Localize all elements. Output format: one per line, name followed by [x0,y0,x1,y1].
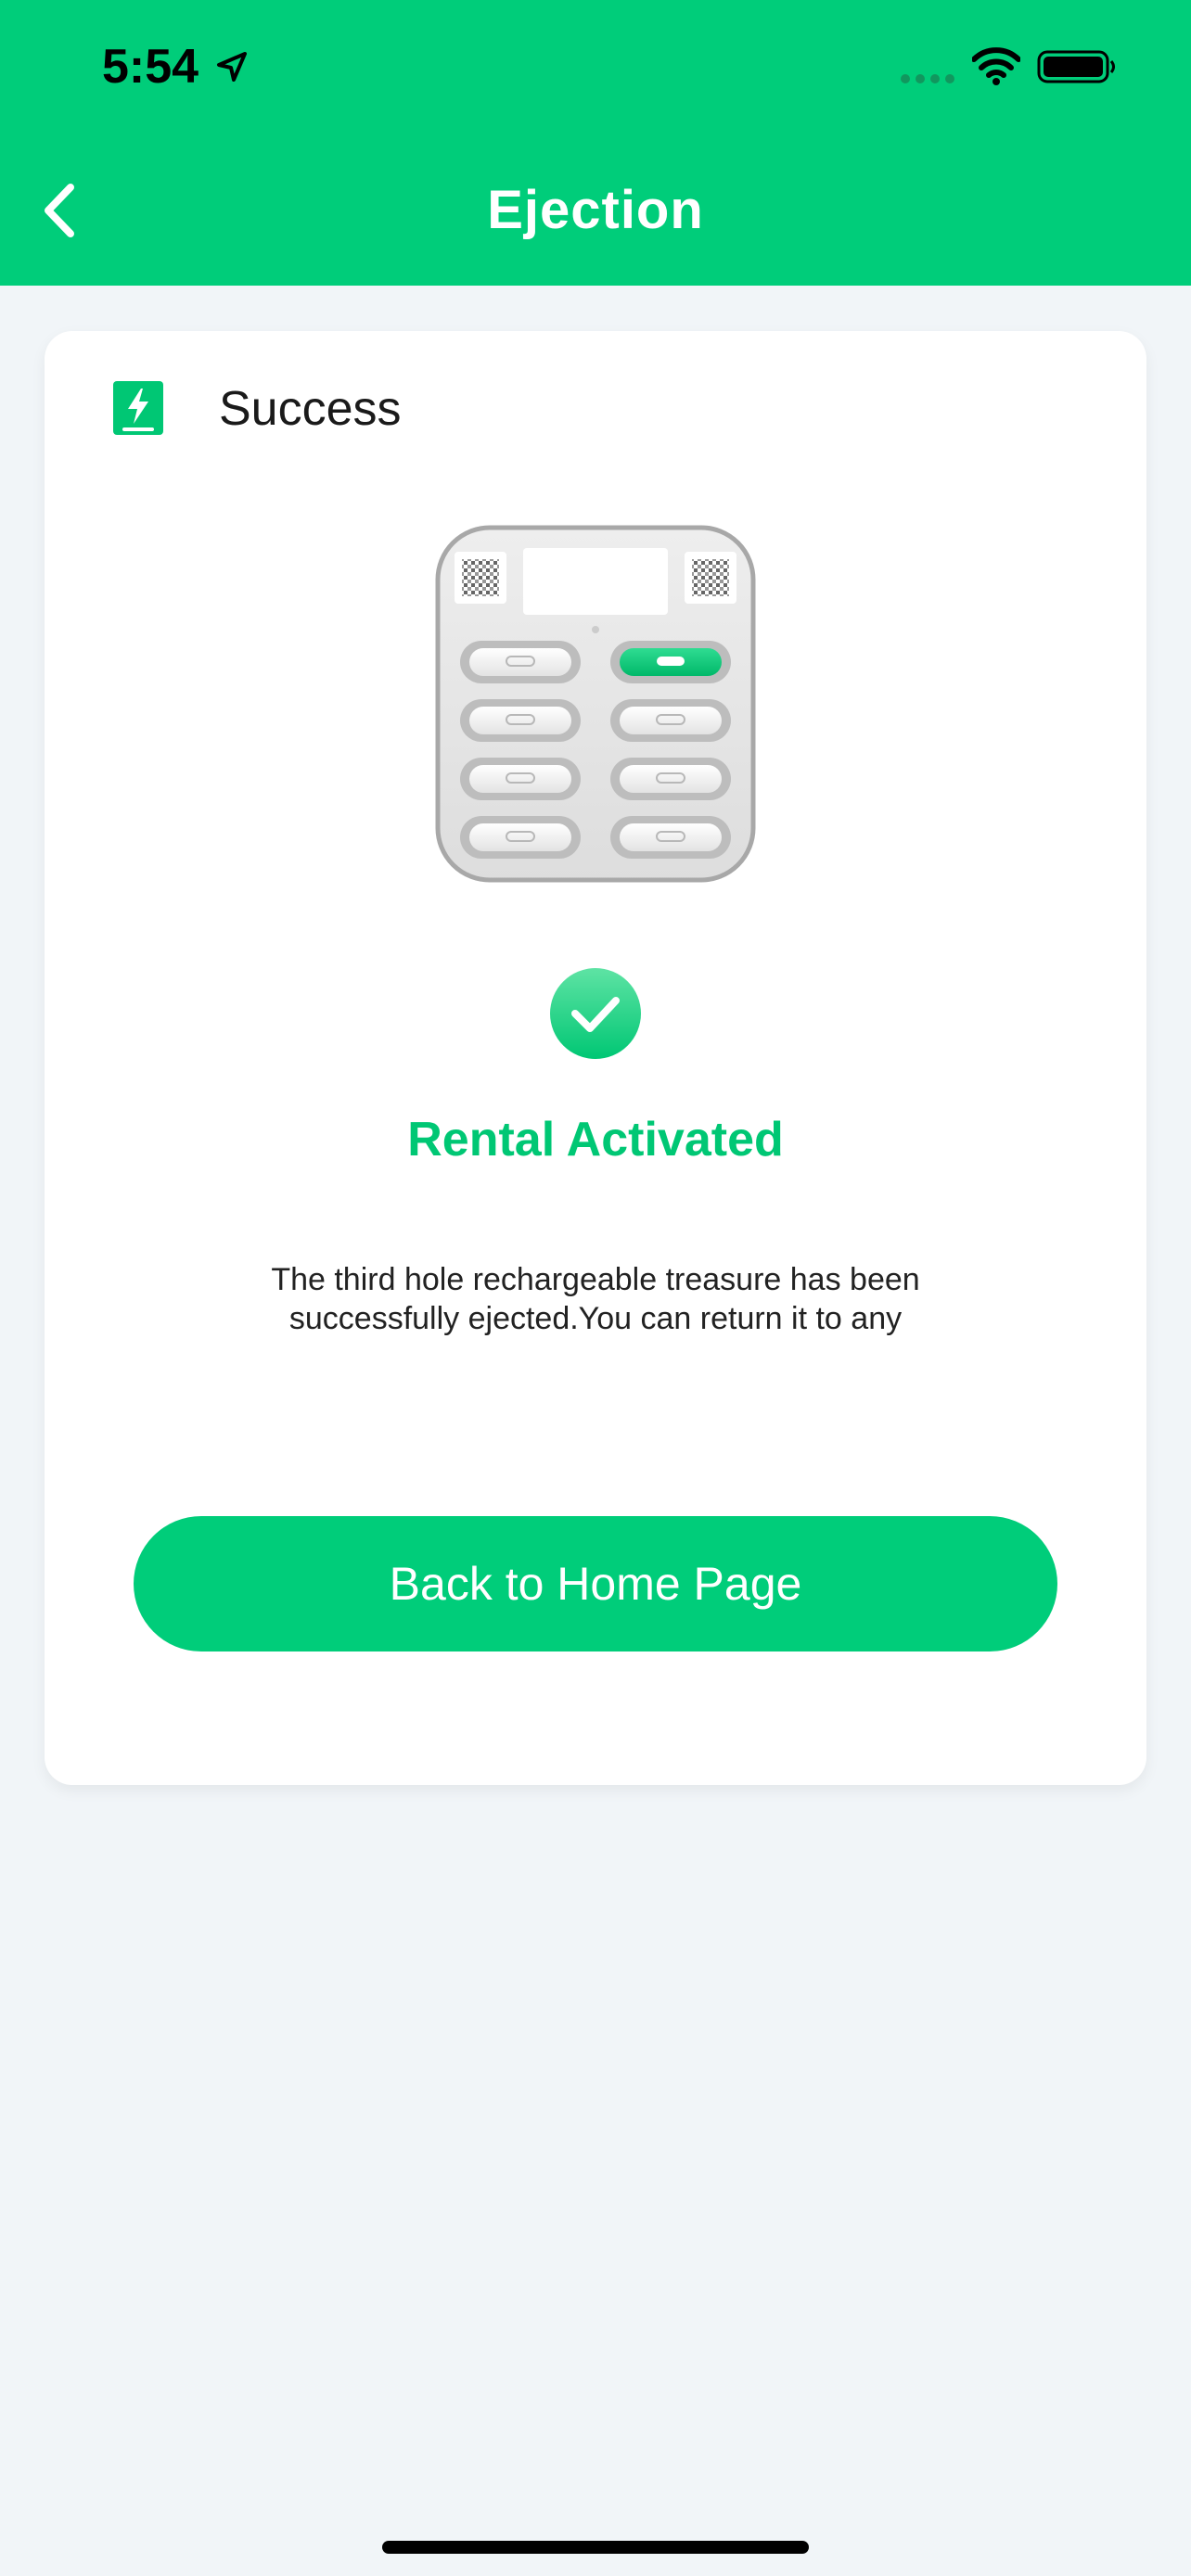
battery-icon [1037,50,1115,83]
back-to-home-button[interactable]: Back to Home Page [134,1516,1057,1651]
result-card: Success Rental Activated The third hole … [45,331,1146,1785]
location-arrow-icon [217,52,247,82]
wifi-icon [972,47,1020,85]
powerbank-card-icon [113,381,163,435]
navigation-bar: Ejection [0,139,1191,286]
status-title: Rental Activated [407,1113,784,1167]
app-header: 5:54 Ejection [0,0,1191,286]
card-header-label: Success [219,382,402,436]
page-title: Ejection [487,180,704,240]
home-indicator [382,2541,809,2554]
charging-station-illustration [435,525,756,883]
cellular-signal-icon [901,74,954,83]
check-circle-icon [550,968,641,1059]
status-message: The third hole rechargeable treasure has… [271,1262,920,1336]
status-bar: 5:54 [0,0,1191,139]
status-time: 5:54 [102,40,199,94]
